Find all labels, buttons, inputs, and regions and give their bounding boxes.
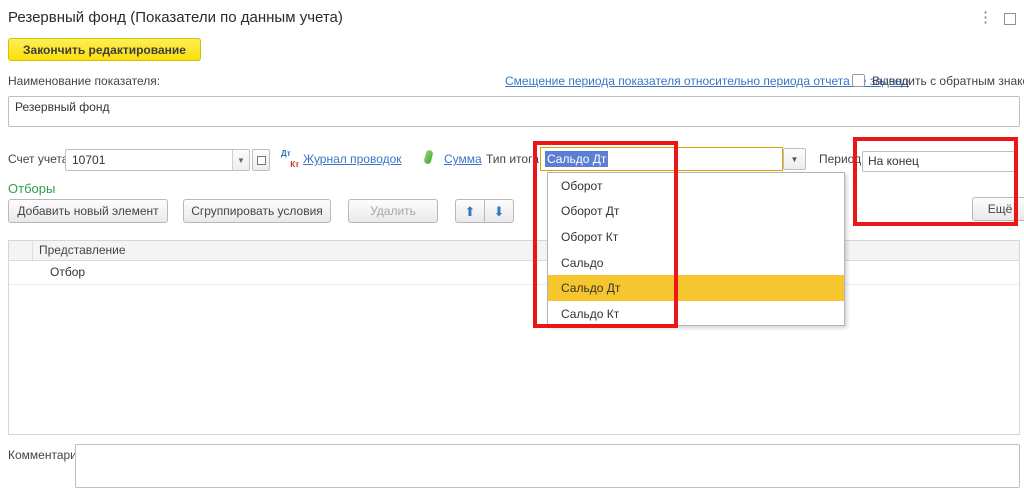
journal-link[interactable]: Журнал проводок [303,152,402,166]
more-menu-icon[interactable]: ⋮ [978,8,993,26]
table-row[interactable]: Отбор [9,261,1019,285]
account-dropdown-icon[interactable]: ▼ [232,150,249,170]
table-header: Представление [9,241,1019,261]
form-indicator-editor: Резервный фонд (Показатели по данным уче… [0,0,1024,492]
dropdown-option-oborot-dt[interactable]: Оборот Дт [548,199,844,225]
sum-indicator-icon [423,149,433,164]
table-header-icon-column [9,241,33,260]
dropdown-option-saldo-kt[interactable]: Сальдо Кт [548,301,844,327]
table-cell-representation: Отбор [50,265,85,279]
dropdown-option-saldo-dt[interactable]: Сальдо Дт [548,275,844,301]
move-down-button[interactable]: ⬇ [484,199,514,223]
reverse-sign-label: Выводить с обратным знаком [872,74,1024,88]
finish-editing-button[interactable]: Закончить редактирование [8,38,201,61]
account-value: 10701 [66,153,232,167]
more-button[interactable]: Ещё [972,197,1024,221]
dropdown-option-oborot[interactable]: Оборот [548,173,844,199]
account-label: Счет учета: [8,152,72,166]
indicator-name-label: Наименование показателя: [8,74,160,88]
add-element-button[interactable]: Добавить новый элемент [8,199,168,223]
group-conditions-button[interactable]: Сгруппировать условия [183,199,331,223]
dt-kt-icon[interactable]: Дт Кт [281,149,299,169]
period-offset-link[interactable]: Смещение периода показателя относительно… [505,74,909,88]
total-type-dropdown-list: Оборот Оборот Дт Оборот Кт Сальдо Сальдо… [547,172,845,326]
filters-section-title: Отборы [8,181,55,196]
total-type-label: Тип итога [486,152,539,166]
reverse-sign-checkbox[interactable] [852,74,865,87]
comment-input[interactable] [75,444,1020,488]
filters-table: Представление Отбор [8,240,1020,435]
open-form-icon [257,156,266,165]
account-input[interactable]: 10701 ▼ [65,149,250,171]
table-header-representation: Представление [39,243,126,257]
sum-link[interactable]: Сумма [444,152,482,166]
total-type-selected-value: Сальдо Дт [545,151,608,167]
period-input[interactable]: На конец [862,151,1015,172]
total-type-dropdown-icon[interactable]: ▼ [783,148,806,170]
account-open-button[interactable] [252,149,270,171]
page-title: Резервный фонд (Показатели по данным уче… [8,9,343,26]
delete-button: Удалить [348,199,438,223]
period-label: Период: [819,152,864,166]
dropdown-option-saldo[interactable]: Сальдо [548,250,844,276]
maximize-icon[interactable] [1004,13,1016,25]
move-up-button[interactable]: ⬆ [455,199,485,223]
indicator-name-input[interactable]: Резервный фонд [8,96,1020,127]
total-type-combobox[interactable]: Сальдо Дт [540,147,783,171]
arrow-up-icon: ⬆ [465,205,476,218]
arrow-down-icon: ⬇ [494,205,505,218]
dropdown-option-oborot-kt[interactable]: Оборот Кт [548,224,844,250]
